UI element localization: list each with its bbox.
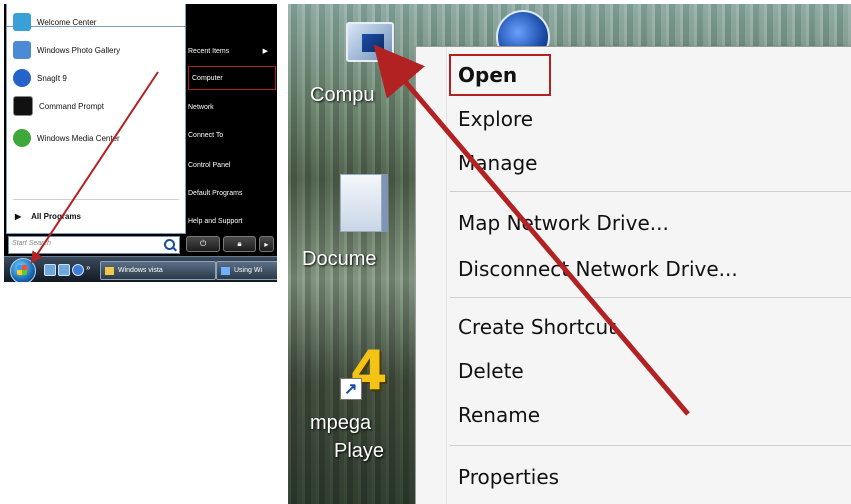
start-item-label: Windows Media Center [37,133,120,143]
triangle-right-icon: ▸ [264,239,269,249]
start-search-input[interactable]: Start Search [8,236,180,254]
connect-to-label: Connect To [188,131,224,139]
start-right-help-support[interactable]: Help and Support [188,210,274,232]
desktop: Compu Docume 4 mpega Playe Open Explore … [288,4,851,504]
menu-item-delete[interactable]: Delete [458,359,524,383]
start-item-label: Welcome Center [37,17,97,27]
start-right-default-programs[interactable]: Default Programs [188,182,274,204]
menu-item-explore[interactable]: Explore [458,107,533,131]
power-icon: ⏻ [199,239,207,248]
all-programs-button[interactable]: ▶ All Programs [7,205,183,227]
power-button[interactable]: ⏻ [186,236,221,252]
start-item-label: Command Prompt [39,101,104,111]
taskbar-button-label: Using Wi [234,267,263,274]
menu-item-open[interactable]: Open [458,63,517,87]
shortcut-arrow-icon [340,378,362,400]
menu-item-rename[interactable]: Rename [458,403,540,427]
taskbar-button-using-wi[interactable]: Using Wi [216,261,277,280]
start-item-snagit[interactable]: SnagIt 9 [7,65,183,91]
power-controls: ⏻ 🔒︎ ▸ [186,236,274,252]
control-panel-label: Control Panel [188,161,231,169]
document-icon [221,266,230,275]
start-search-placeholder: Start Search [12,240,51,247]
start-menu: Welcome Center Windows Photo Gallery Sna… [4,4,277,282]
start-right-network[interactable]: Network [188,96,274,118]
start-menu-programs-pane: Welcome Center Windows Photo Gallery Sna… [6,13,186,234]
start-item-label: Windows Photo Gallery [37,45,121,55]
lock-icon: 🔒︎ [237,239,242,248]
search-icon[interactable] [164,239,175,250]
triangle-right-icon: ▶ [15,211,22,221]
documents-icon[interactable] [340,174,382,232]
start-right-computer[interactable]: Computer [188,66,276,90]
menu-separator [450,297,851,298]
menu-separator [450,191,851,192]
mpeg-desktop-label-line2[interactable]: Playe [334,440,384,463]
switch-windows-icon[interactable] [58,264,70,276]
internet-explorer-icon[interactable] [72,264,84,276]
computer-icon[interactable] [346,22,394,62]
start-orb-button[interactable] [10,258,36,282]
snagit-icon [13,69,31,87]
start-right-recent-items[interactable]: Recent Items ▶ [188,40,274,62]
media-center-icon [13,129,31,147]
computer-label: Computer [192,74,223,82]
menu-item-create-shortcut[interactable]: Create Shortcut [458,315,616,339]
quicklaunch-overflow-icon[interactable]: » [86,263,90,272]
triangle-right-icon: ▶ [262,48,268,55]
context-menu-gutter [446,47,447,504]
recent-items-label: Recent Items [188,47,230,55]
menu-item-disconnect-network-drive[interactable]: Disconnect Network Drive... [458,257,738,281]
command-prompt-icon [13,96,33,116]
start-item-label: SnagIt 9 [37,73,67,83]
start-right-control-panel[interactable]: Control Panel [188,154,274,176]
documents-desktop-label[interactable]: Docume [302,248,376,271]
power-options-button[interactable]: ▸ [258,236,274,252]
taskbar-button-windows-vista[interactable]: Windows vista [100,261,216,280]
menu-item-map-network-drive[interactable]: Map Network Drive... [458,211,669,235]
taskbar-button-label: Windows vista [118,267,163,274]
help-support-label: Help and Support [188,217,243,225]
show-desktop-icon[interactable] [44,264,56,276]
menu-item-manage[interactable]: Manage [458,151,537,175]
default-programs-label: Default Programs [188,189,243,197]
computer-desktop-label[interactable]: Compu [310,84,374,107]
start-menu-separator [13,199,179,200]
welcome-icon [13,13,31,31]
photo-gallery-icon [13,41,31,59]
mpeg-desktop-label-line1[interactable]: mpega [310,412,371,435]
start-item-media-center[interactable]: Windows Media Center [7,125,183,151]
network-label: Network [188,103,214,111]
lock-button[interactable]: 🔒︎ [223,236,256,252]
all-programs-label: All Programs [31,211,81,221]
menu-separator [450,445,851,446]
start-item-command-prompt[interactable]: Command Prompt [7,93,183,119]
menu-item-properties[interactable]: Properties [458,465,559,489]
context-menu: Open Explore Manage Map Network Drive...… [415,46,851,504]
mpeg4-player-icon[interactable]: 4 [340,344,392,400]
taskbar: » Windows vista Using Wi [4,256,277,282]
start-item-welcome-center[interactable]: Welcome Center [7,9,183,35]
start-item-photo-gallery[interactable]: Windows Photo Gallery [7,37,183,63]
start-menu-places-pane: Recent Items ▶ Computer Network Connect … [184,26,277,254]
folder-icon [105,266,114,275]
start-right-connect-to[interactable]: Connect To [188,124,274,146]
